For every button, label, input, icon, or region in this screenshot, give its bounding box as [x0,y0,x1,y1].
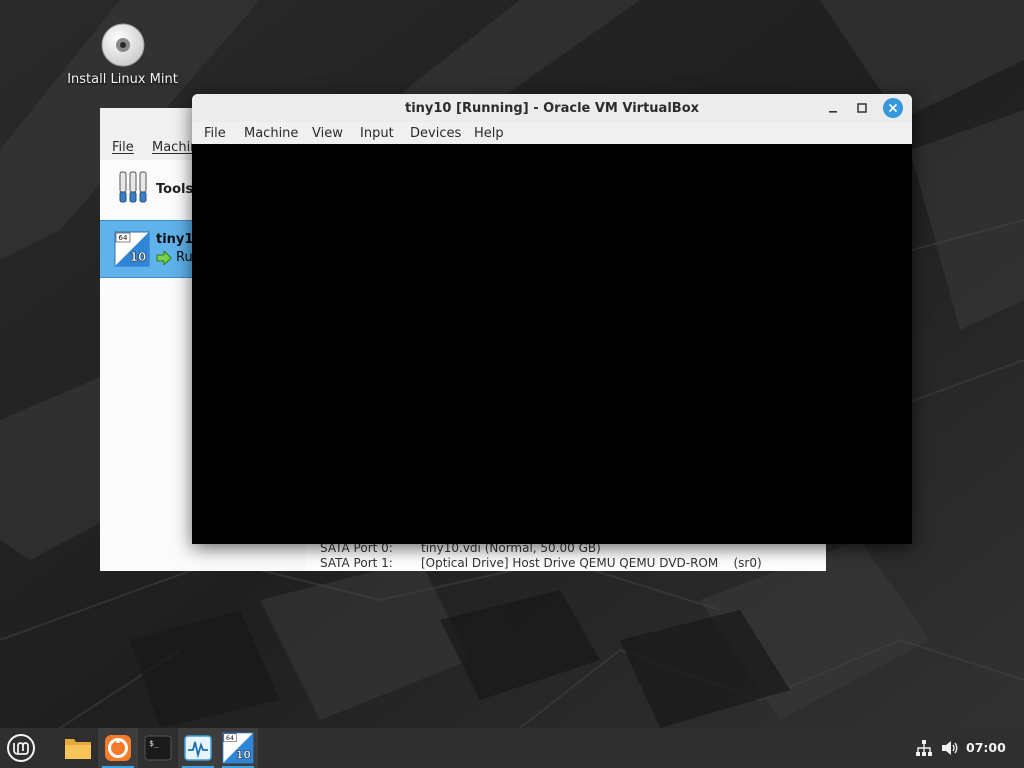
menu-input[interactable]: Input [360,126,394,141]
vm-display[interactable] [192,144,912,544]
network-tray[interactable] [912,728,936,768]
taskbar-panel: $_ 64 10 07:00 [0,728,1024,768]
maximize-icon [857,103,867,113]
vm-tiny10-task[interactable]: 64 10 [218,728,258,768]
system-monitor-launcher[interactable] [178,728,218,768]
menu-view[interactable]: View [312,126,343,141]
svg-text:$_: $_ [149,739,159,748]
system-monitor-icon [184,735,212,761]
desktop-icon-label: Install Linux Mint [67,72,178,87]
storage-details: SATA Port 0: tiny10.vdi (Normal, 50.00 GB… [306,540,826,571]
storage-row: SATA Port 1: [Optical Drive] Host Drive Q… [320,556,762,570]
firefox-launcher[interactable] [98,728,138,768]
close-icon [888,103,898,113]
close-button[interactable] [883,98,903,118]
terminal-icon: $_ [144,735,172,761]
folder-icon [65,739,91,759]
volume-icon [942,741,958,755]
network-icon [916,740,932,756]
arch-badge: 64 [226,735,234,742]
vm-state: Ru [176,250,193,265]
menu-help[interactable]: Help [474,126,504,141]
mint-menu-icon [7,734,35,762]
menu-machine[interactable]: Machine [244,126,298,141]
vm-menubar: File Machine View Input Devices Help [192,123,912,144]
windows10-os-icon: 64 10 [114,231,150,271]
vm-window[interactable]: tiny10 [Running] - Oracle VM VirtualBox … [192,94,912,544]
menu-file[interactable]: File [204,126,226,141]
minimize-button[interactable] [824,99,842,117]
os-badge: 10 [130,250,147,264]
disc-icon [100,22,146,68]
vm-window-titlebar[interactable]: tiny10 [Running] - Oracle VM VirtualBox [192,94,912,122]
desktop-icon-install-linux-mint[interactable]: Install Linux Mint [60,22,185,87]
clock[interactable]: 07:00 [966,740,1006,755]
storage-value: [Optical Drive] Host Drive QEMU QEMU DVD… [421,556,762,570]
terminal-launcher[interactable]: $_ [138,728,178,768]
mint-menu-button[interactable] [0,728,42,768]
running-arrow-icon [156,249,172,269]
menu-devices[interactable]: Devices [410,126,461,141]
storage-key: SATA Port 1: [320,556,393,570]
tools-icon [118,170,148,208]
maximize-button[interactable] [853,99,871,117]
files-launcher[interactable] [58,728,98,768]
arch-badge: 64 [119,234,128,242]
firefox-icon [105,735,131,761]
volume-tray[interactable] [938,728,962,768]
window-title: tiny10 [Running] - Oracle VM VirtualBox [404,101,700,116]
vm-tiny10-icon: 64 10 [222,732,254,764]
os-badge: 10 [236,749,251,762]
minimize-icon [829,111,837,113]
tools-label: Tools [156,182,194,197]
manager-menu-file[interactable]: File [112,140,134,155]
